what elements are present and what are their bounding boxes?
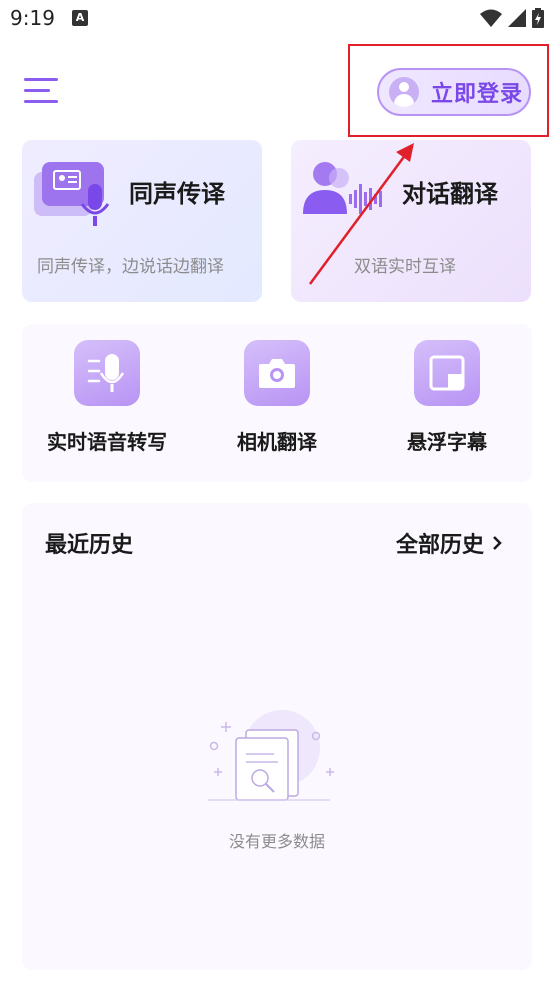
card-subtitle: 同声传译，边说话边翻译 — [37, 257, 224, 277]
notification-icon: A — [72, 10, 88, 26]
empty-state-text: 没有更多数据 — [228, 832, 325, 851]
tool-label: 悬浮字幕 — [407, 430, 487, 454]
signal-icon — [508, 9, 526, 27]
card-title: 同声传译 — [129, 180, 225, 208]
camera-icon — [244, 340, 310, 406]
tools-panel: 实时语音转写 相机翻译 悬浮字幕 — [22, 324, 532, 482]
battery-icon — [532, 8, 544, 28]
tool-camera-translation[interactable]: 相机翻译 — [192, 340, 362, 455]
chevron-right-icon — [493, 536, 502, 550]
menu-icon[interactable] — [24, 78, 58, 104]
wifi-icon — [480, 9, 502, 27]
all-history-label: 全部历史 — [396, 533, 485, 558]
mic-list-icon — [74, 340, 140, 406]
tool-realtime-transcription[interactable]: 实时语音转写 — [22, 340, 192, 455]
simultaneous-interpretation-card[interactable]: 同声传译 同声传译，边说话边翻译 — [22, 140, 262, 302]
floating-window-icon — [414, 340, 480, 406]
tool-floating-subtitles[interactable]: 悬浮字幕 — [362, 340, 532, 455]
status-time: 9:19 — [10, 6, 55, 30]
annotation-highlight-box — [348, 44, 549, 137]
tool-label: 相机翻译 — [237, 430, 317, 454]
tool-label: 实时语音转写 — [47, 430, 167, 454]
id-card-mic-icon — [34, 162, 110, 226]
history-title: 最近历史 — [45, 533, 134, 558]
history-panel: 最近历史 全部历史 没有更多数据 — [22, 503, 532, 970]
empty-documents-icon — [208, 710, 334, 801]
all-history-link[interactable]: 全部历史 — [396, 527, 502, 559]
status-icons — [480, 6, 544, 30]
annotation-arrow — [308, 143, 414, 285]
